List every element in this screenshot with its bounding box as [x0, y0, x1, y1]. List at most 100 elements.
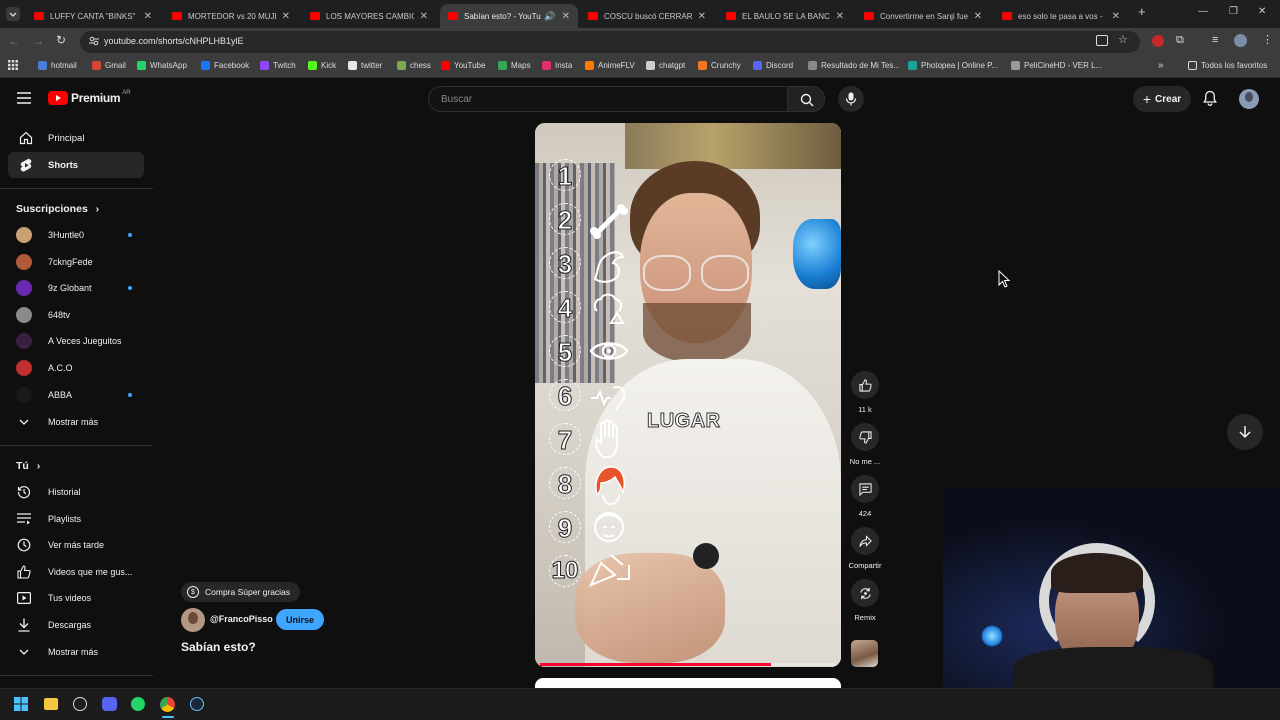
youtube-premium-logo[interactable]: Premium AR [48, 90, 131, 105]
browser-tab[interactable]: COSCU buscó CERRAR la ✕ [580, 4, 714, 28]
super-thanks-button[interactable]: $ Compra Súper gracias [181, 582, 301, 602]
bookmark-item[interactable]: Twitch [260, 61, 296, 70]
like-button[interactable] [851, 371, 879, 399]
bookmark-item[interactable]: YouTube [441, 61, 485, 70]
close-tab-icon[interactable]: ✕ [144, 11, 152, 22]
discord-icon[interactable] [102, 697, 117, 711]
close-tab-icon[interactable]: ✕ [562, 11, 570, 22]
subscription-item[interactable]: 7ckngFede [16, 251, 144, 273]
bookmark-item[interactable]: WhatsApp [137, 61, 187, 70]
bookmark-item[interactable]: twitter [348, 61, 382, 70]
sidebar-item-playlists[interactable]: Playlists [16, 508, 144, 530]
forward-icon[interactable]: → [32, 34, 44, 48]
notifications-bell-icon[interactable] [1203, 90, 1217, 106]
sidebar-item-principal[interactable]: Principal [8, 125, 144, 151]
sidebar-item-ver-mas-tarde[interactable]: Ver más tarde [16, 534, 144, 556]
chrome-icon[interactable] [160, 697, 175, 712]
hamburger-menu-icon[interactable] [17, 92, 31, 104]
media-control-icon[interactable]: ≡ [1212, 34, 1218, 46]
all-bookmarks-folder[interactable]: Todos los favoritos [1188, 61, 1267, 70]
subscription-item[interactable]: 9z Globant [16, 277, 144, 299]
bookmark-item[interactable]: Crunchy [698, 61, 741, 70]
browser-tab[interactable]: LOS MAYORES CAMBIOS ✕ [302, 4, 436, 28]
bookmark-item[interactable]: Gmail [92, 61, 126, 70]
close-tab-icon[interactable]: ✕ [698, 11, 706, 22]
sidebar-item-historial[interactable]: Historial [16, 481, 144, 503]
sound-thumbnail[interactable] [851, 640, 878, 667]
you-heading[interactable]: Tú › [16, 460, 40, 472]
restore-icon[interactable]: ❐ [1229, 6, 1238, 17]
apps-grid-icon[interactable] [8, 60, 18, 70]
sidebar-item-descargas[interactable]: Descargas [16, 614, 144, 636]
channel-handle[interactable]: @FrancoPisso [210, 614, 273, 624]
channel-avatar[interactable] [181, 608, 205, 632]
search-input[interactable]: Buscar [428, 86, 788, 112]
tab-search-button[interactable] [6, 7, 20, 21]
steam-icon[interactable] [190, 697, 204, 711]
browser-tab[interactable]: eso solo te pasa a vos - ✕ [994, 4, 1128, 28]
video-progress-track[interactable] [540, 663, 836, 666]
browser-tab-active[interactable]: Sabían esto? - YouTub 🔊 ✕ [440, 4, 578, 28]
close-tab-icon[interactable]: ✕ [974, 11, 982, 22]
close-tab-icon[interactable]: ✕ [282, 11, 290, 22]
bookmark-item[interactable]: Maps [498, 61, 531, 70]
user-avatar[interactable] [1239, 89, 1259, 109]
next-short-button[interactable] [1227, 414, 1263, 450]
cast-icon[interactable] [1096, 35, 1108, 46]
bookmark-item[interactable]: Discord [753, 61, 793, 70]
browser-tab[interactable]: Convertirme en Sanji fue ✕ [856, 4, 990, 28]
more-bookmarks-icon[interactable]: » [1158, 60, 1164, 71]
menu-kebab-icon[interactable]: ⋮ [1262, 33, 1273, 46]
bookmark-item[interactable]: chess [397, 61, 431, 70]
show-more-subscriptions[interactable]: Mostrar más [16, 411, 144, 433]
bookmark-item[interactable]: Photopea | Online P... [908, 61, 998, 70]
extension-icon[interactable] [1152, 35, 1164, 47]
create-button[interactable]: + Crear [1133, 86, 1191, 112]
bookmark-item[interactable]: Facebook [201, 61, 249, 70]
comments-button[interactable] [851, 475, 879, 503]
close-tab-icon[interactable]: ✕ [1112, 11, 1120, 22]
join-button[interactable]: Unirse [276, 609, 324, 630]
search-button[interactable] [787, 86, 825, 112]
back-icon[interactable]: ← [8, 34, 20, 48]
browser-tab[interactable]: EL BAULO SE LA BANCA ✕ [718, 4, 852, 28]
subscription-item[interactable]: 3Huntle0 [16, 224, 144, 246]
sidebar-item-shorts[interactable]: Shorts [8, 152, 144, 178]
subscription-item[interactable]: 648tv [16, 304, 144, 326]
bookmark-item[interactable]: AnimeFLV [585, 61, 635, 70]
bookmark-item[interactable]: Kick [308, 61, 336, 70]
reload-icon[interactable]: ↻ [56, 33, 66, 47]
bookmark-star-icon[interactable]: ☆ [1118, 33, 1128, 46]
show-more-you[interactable]: Mostrar más [16, 641, 144, 663]
minimize-icon[interactable]: — [1198, 6, 1208, 17]
remix-button[interactable] [851, 579, 879, 607]
app-icon[interactable] [73, 697, 87, 711]
browser-tab[interactable]: MORTEDOR vs 20 MUJER✕ [164, 4, 298, 28]
speaker-icon[interactable]: 🔊 [544, 11, 555, 22]
new-tab-icon[interactable]: + [1138, 4, 1146, 19]
bookmark-item[interactable]: Resultado de Mi Tes... [808, 61, 900, 70]
close-window-icon[interactable]: ✕ [1258, 6, 1266, 17]
subscriptions-heading[interactable]: Suscripciones › [16, 203, 99, 215]
next-short-preview[interactable] [535, 678, 841, 688]
share-button[interactable] [851, 527, 879, 555]
browser-tab[interactable]: LUFFY CANTA "BINKS" SA✕ [26, 4, 160, 28]
bookmark-item[interactable]: chatgpt [646, 61, 685, 70]
sidebar-item-tus-videos[interactable]: Tus videos [16, 587, 144, 609]
close-tab-icon[interactable]: ✕ [836, 11, 844, 22]
windows-start-icon[interactable] [14, 697, 28, 711]
file-explorer-icon[interactable] [44, 698, 58, 710]
profile-avatar-icon[interactable] [1234, 34, 1247, 47]
bookmark-item[interactable]: hotmail [38, 61, 77, 70]
short-video-player[interactable]: LUGAR 1 2 3 4 5 6 7 8 9 10 [535, 123, 841, 667]
dislike-button[interactable] [851, 423, 879, 451]
subscription-item[interactable]: A.C.O [16, 357, 144, 379]
voice-search-button[interactable] [838, 86, 864, 112]
extensions-puzzle-icon[interactable]: ⧉ [1176, 34, 1184, 47]
subscription-item[interactable]: A Veces Jueguitos [16, 330, 144, 352]
bookmark-item[interactable]: Insta [542, 61, 572, 70]
whatsapp-icon[interactable] [131, 697, 145, 711]
close-tab-icon[interactable]: ✕ [420, 11, 428, 22]
sidebar-item-liked-videos[interactable]: Videos que me gus... [16, 561, 144, 583]
bookmark-item[interactable]: PeliCineHD - VER L... [1011, 61, 1102, 70]
